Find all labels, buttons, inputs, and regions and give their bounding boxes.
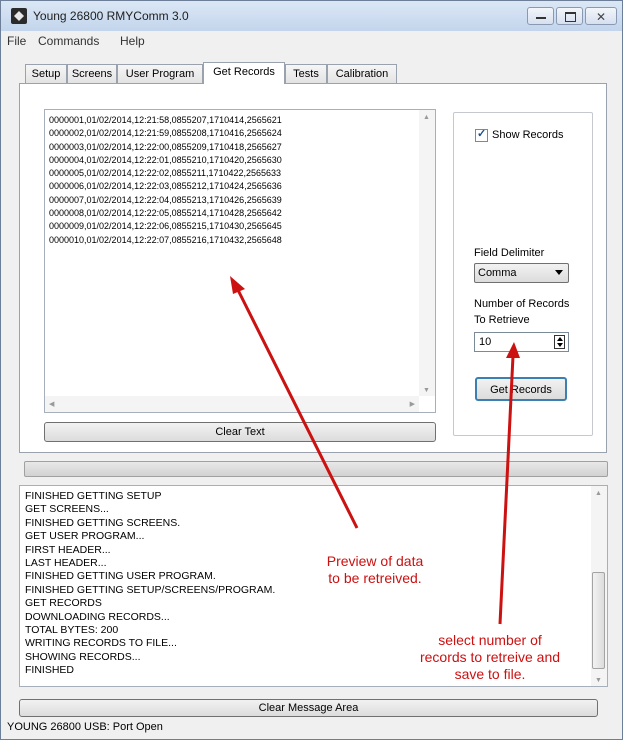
scroll-up-icon[interactable]: ▲ bbox=[423, 114, 430, 121]
message-vertical-scrollbar[interactable]: ▲ ▼ bbox=[591, 486, 607, 686]
tab-get-records[interactable]: Get Records bbox=[203, 62, 285, 84]
progress-bar bbox=[24, 461, 608, 477]
scroll-left-icon[interactable]: ◀ bbox=[49, 400, 54, 408]
num-records-stepper[interactable]: 10 bbox=[474, 332, 569, 352]
maximize-button[interactable] bbox=[556, 7, 583, 25]
scroll-thumb[interactable] bbox=[592, 572, 605, 669]
clear-text-button[interactable]: Clear Text bbox=[44, 422, 436, 442]
records-vertical-scrollbar[interactable]: ▲ ▼ bbox=[419, 110, 435, 396]
tab-user-program[interactable]: User Program bbox=[117, 64, 203, 83]
tab-setup[interactable]: Setup bbox=[25, 64, 67, 83]
scroll-up-icon[interactable]: ▲ bbox=[595, 490, 602, 497]
scroll-right-icon[interactable]: ▶ bbox=[410, 400, 415, 408]
menu-commands[interactable]: Commands bbox=[38, 34, 99, 48]
minimize-button[interactable] bbox=[527, 7, 554, 25]
field-delimiter-value: Comma bbox=[478, 267, 517, 279]
scroll-down-icon[interactable]: ▼ bbox=[595, 677, 602, 684]
annotation-preview-line-2: to be retreived. bbox=[328, 570, 422, 586]
maximize-icon bbox=[565, 12, 576, 22]
annotation-select-line-1: select number of bbox=[438, 632, 542, 648]
annotation-select-line-2: records to retreive and bbox=[419, 649, 561, 665]
tab-calibration[interactable]: Calibration bbox=[327, 64, 397, 83]
tab-tests[interactable]: Tests bbox=[285, 64, 327, 83]
spin-updown-icon[interactable] bbox=[554, 335, 565, 349]
num-records-label-2: To Retrieve bbox=[474, 314, 530, 326]
scroll-down-icon[interactable]: ▼ bbox=[423, 387, 430, 394]
clear-message-area-button[interactable]: Clear Message Area bbox=[19, 699, 598, 717]
app-window: Young 26800 RMYComm 3.0 ✕ File Commands … bbox=[0, 0, 623, 740]
num-records-label: Number of Records bbox=[474, 298, 570, 310]
chevron-down-icon bbox=[555, 270, 563, 275]
field-delimiter-label: Field Delimiter bbox=[474, 247, 545, 259]
get-records-button[interactable]: Get Records bbox=[475, 377, 567, 401]
annotation-preview: Preview of data to be retreived. bbox=[300, 553, 450, 587]
menu-help[interactable]: Help bbox=[120, 34, 145, 48]
title-bar: Young 26800 RMYComm 3.0 ✕ bbox=[1, 1, 622, 31]
annotation-select: select number of records to retreive and… bbox=[395, 632, 585, 683]
app-icon bbox=[11, 8, 27, 24]
records-preview-box[interactable]: 0000001,01/02/2014,12:21:58,0855207,1710… bbox=[44, 109, 436, 413]
records-preview-text: 0000001,01/02/2014,12:21:58,0855207,1710… bbox=[49, 115, 282, 245]
window-title: Young 26800 RMYComm 3.0 bbox=[33, 9, 189, 23]
status-bar-text: YOUNG 26800 USB: Port Open bbox=[7, 721, 163, 733]
num-records-value: 10 bbox=[479, 336, 492, 348]
close-icon: ✕ bbox=[596, 10, 607, 24]
menu-bar: File Commands Help bbox=[1, 31, 622, 51]
message-area-text: FINISHED GETTING SETUP GET SCREENS... FI… bbox=[25, 490, 276, 677]
show-records-label: Show Records bbox=[492, 129, 564, 141]
menu-file[interactable]: File bbox=[7, 34, 26, 48]
annotation-preview-line-1: Preview of data bbox=[326, 553, 424, 569]
minimize-icon bbox=[536, 17, 546, 19]
annotation-select-line-3: save to file. bbox=[454, 666, 526, 682]
close-button[interactable]: ✕ bbox=[585, 7, 617, 25]
field-delimiter-select[interactable]: Comma bbox=[474, 263, 569, 283]
records-horizontal-scrollbar[interactable]: ◀ ▶ bbox=[45, 396, 419, 412]
tab-screens[interactable]: Screens bbox=[67, 64, 117, 83]
show-records-checkbox[interactable] bbox=[475, 127, 488, 142]
